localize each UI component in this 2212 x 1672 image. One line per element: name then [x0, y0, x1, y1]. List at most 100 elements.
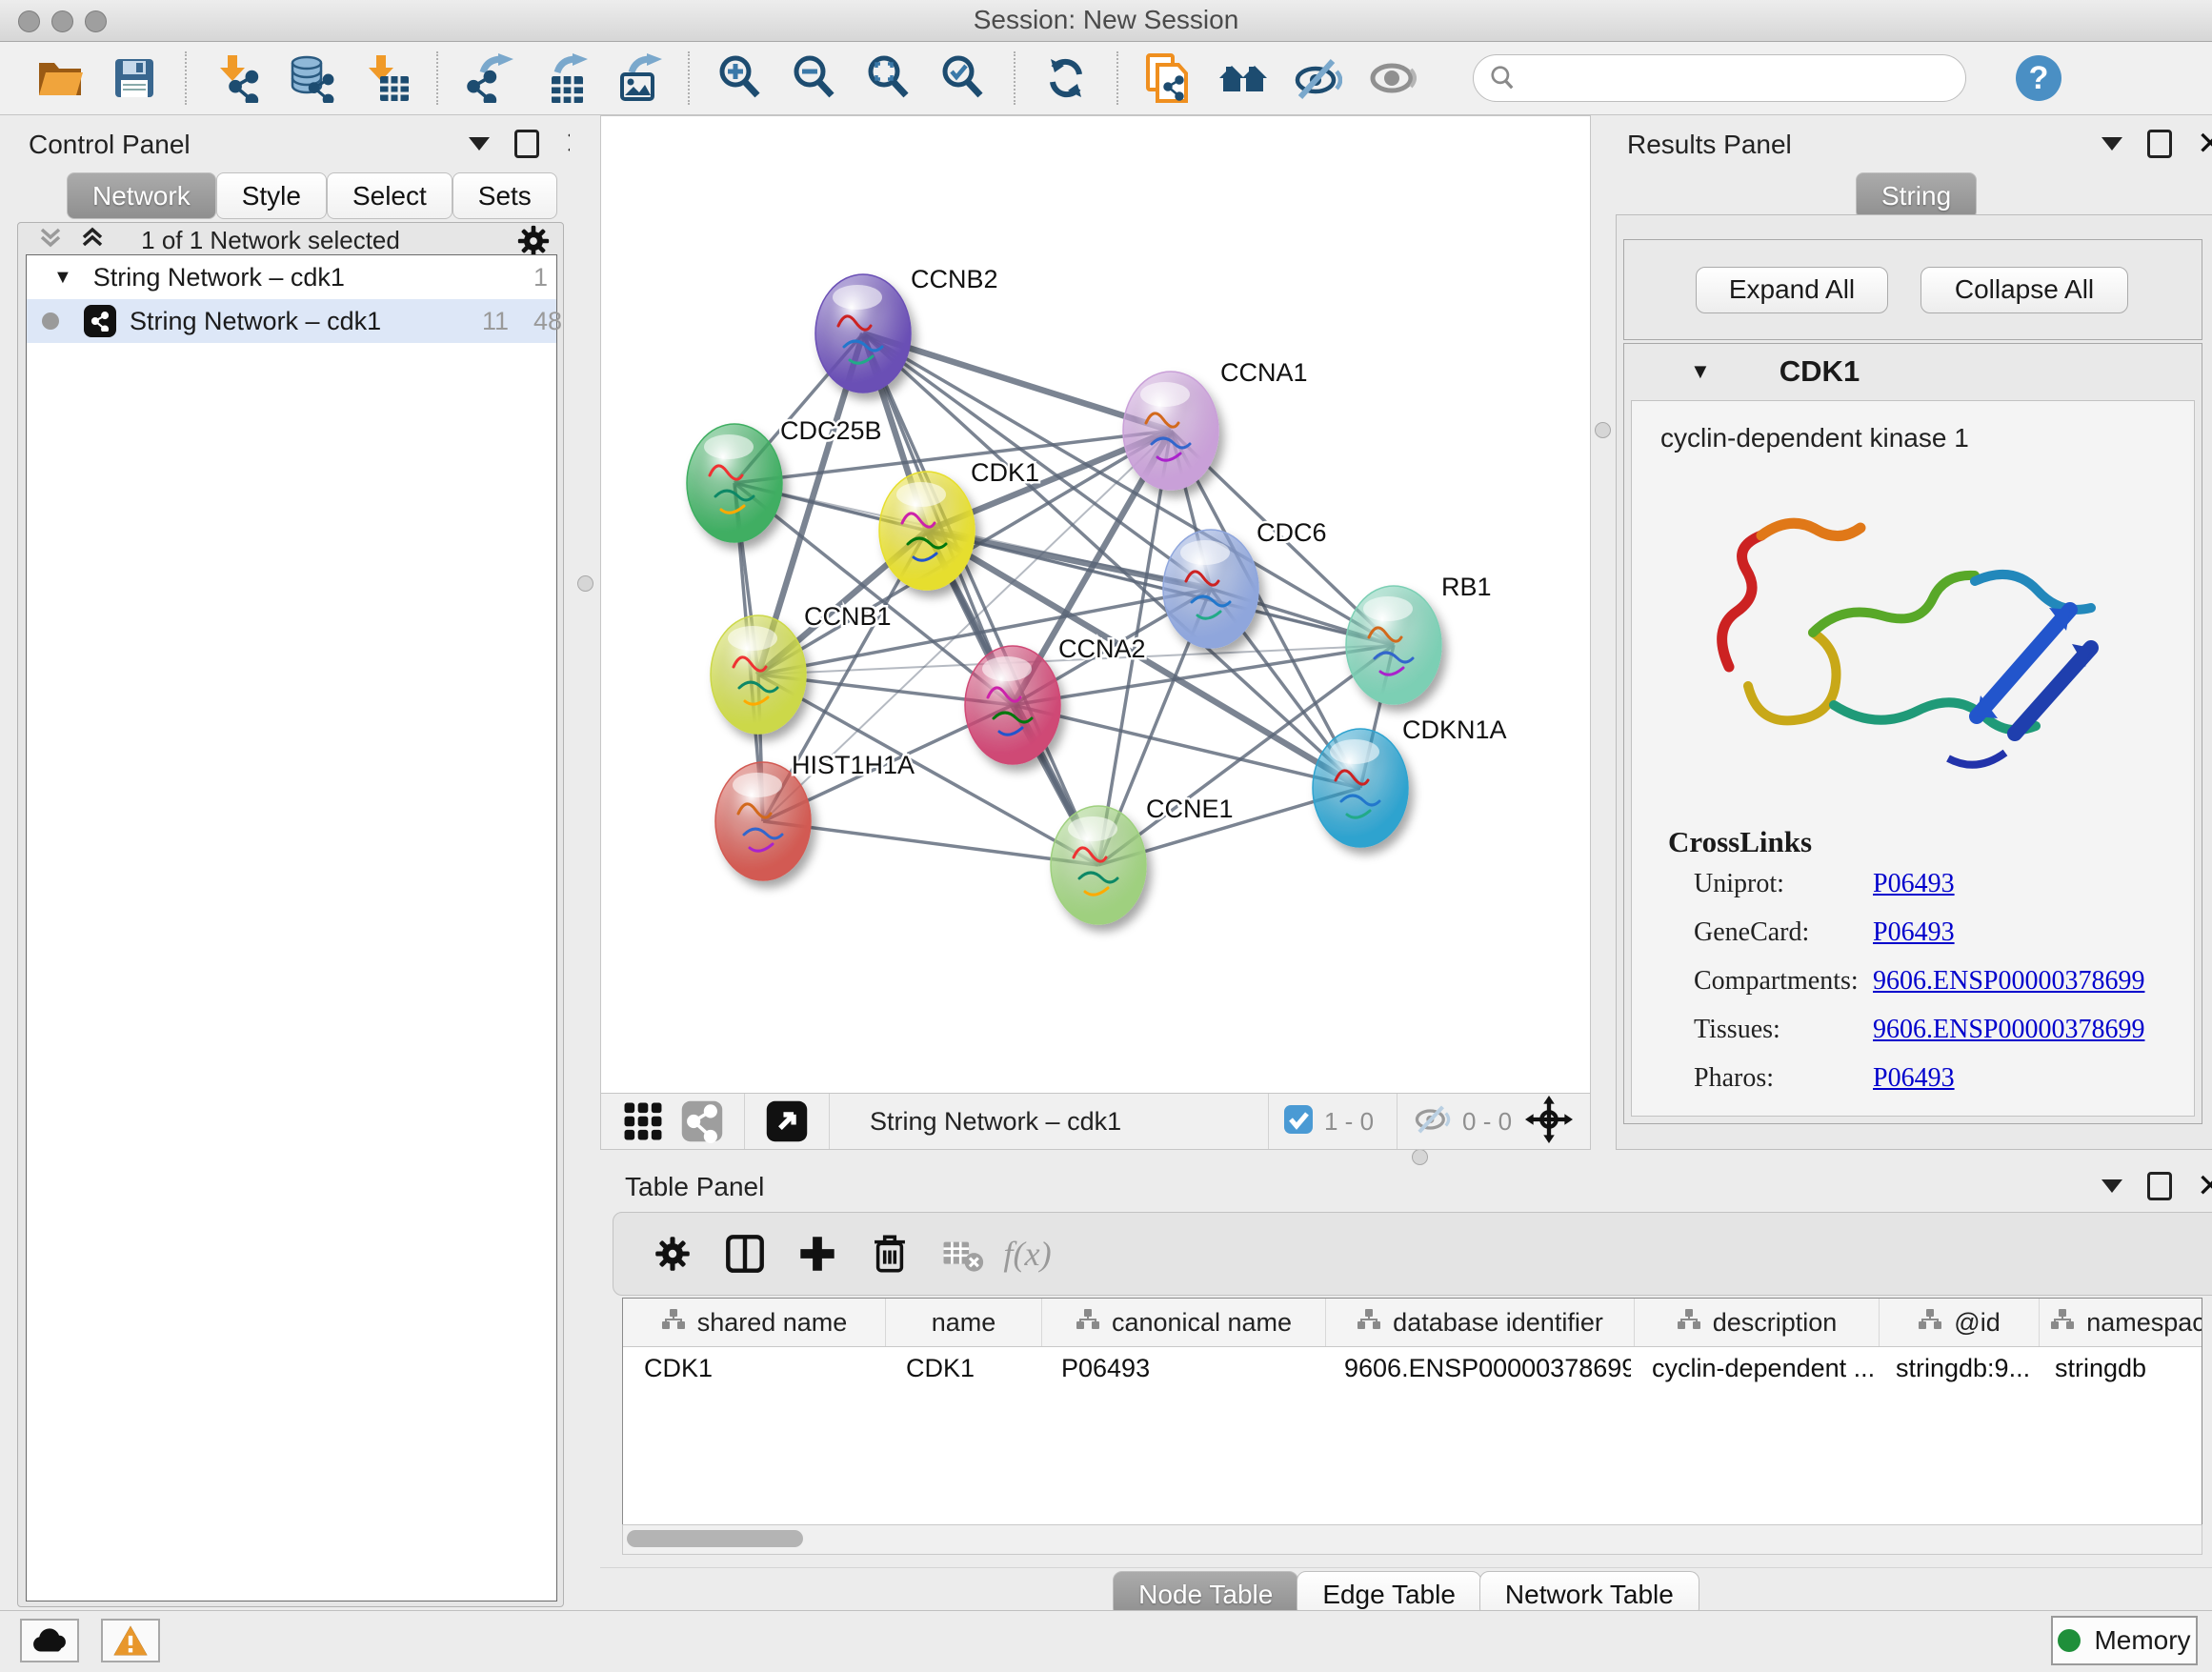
- save-session-button-save-icon[interactable]: [97, 50, 171, 107]
- crosslink-link[interactable]: 9606.ENSP00000378699: [1873, 966, 2144, 997]
- window-minimize-button[interactable]: [51, 10, 73, 32]
- float-panel-icon[interactable]: [514, 130, 539, 158]
- export-image-button-export-image-icon[interactable]: [600, 50, 674, 107]
- network-node-hist1h1a[interactable]: [715, 762, 811, 880]
- network-node-ccnb2[interactable]: [815, 274, 911, 393]
- column-header-name[interactable]: name: [886, 1299, 1042, 1346]
- crosslink-link[interactable]: 9606.ENSP00000378699: [1873, 1015, 2144, 1045]
- birds-eye-view-icon[interactable]: [758, 1099, 815, 1143]
- node-table[interactable]: shared namenamecanonical namedatabase id…: [622, 1298, 2202, 1528]
- expand-all-button[interactable]: Expand All: [1696, 267, 1888, 313]
- zoom-fit-button-zoom-fit-icon[interactable]: [852, 50, 926, 107]
- float-panel-icon[interactable]: [2147, 1172, 2172, 1200]
- gene-section-header[interactable]: ▼ CDK1: [1623, 343, 2201, 400]
- float-panel-icon[interactable]: [2147, 130, 2172, 158]
- grid-view-icon[interactable]: [613, 1099, 674, 1143]
- network-canvas[interactable]: CCNB2 CCNA1 CDC25B CDK1 CDC6 RB1 CCNB1 C…: [600, 115, 1591, 1095]
- network-edge[interactable]: [863, 333, 1098, 865]
- apply-layout-button-refresh-icon[interactable]: [1029, 50, 1103, 107]
- column-header-canonical-name[interactable]: canonical name: [1042, 1299, 1326, 1346]
- add-column-icon[interactable]: [781, 1232, 854, 1276]
- network-node-cdc25b[interactable]: [687, 424, 782, 542]
- function-builder-icon[interactable]: f(x): [998, 1230, 1071, 1278]
- network-edge[interactable]: [763, 821, 1098, 865]
- column-label: description: [1713, 1308, 1838, 1338]
- export-network-button-export-network-icon[interactable]: [452, 50, 526, 107]
- right-splitter[interactable]: [1589, 115, 1616, 1148]
- section-collapse-icon[interactable]: ▼: [1690, 359, 1711, 384]
- hidden-eye-slash-icon[interactable]: [1411, 1102, 1453, 1141]
- tab-select[interactable]: Select: [327, 172, 452, 219]
- table-options-gear-icon[interactable]: [636, 1233, 709, 1275]
- collapse-panel-icon[interactable]: [469, 137, 490, 151]
- tab-sets[interactable]: Sets: [452, 172, 557, 219]
- column-header-@id[interactable]: @id: [1880, 1299, 2040, 1346]
- network-node-cdkn1a[interactable]: [1313, 729, 1408, 847]
- memory-button[interactable]: Memory: [2051, 1616, 2198, 1665]
- network-node-rb1[interactable]: [1346, 586, 1441, 704]
- column-header-shared-name[interactable]: shared name: [623, 1299, 886, 1346]
- tree-expand-icon[interactable]: ▼: [53, 267, 72, 289]
- show-panel-button-eye-gray-icon[interactable]: [1355, 50, 1429, 107]
- welcome-screen-button-houses-icon[interactable]: [1206, 50, 1280, 107]
- collapse-all-button[interactable]: Collapse All: [1920, 267, 2128, 313]
- tab-style[interactable]: Style: [216, 172, 327, 219]
- tab-string[interactable]: String: [1856, 172, 1977, 219]
- scrollbar-thumb[interactable]: [627, 1530, 803, 1547]
- table-cell[interactable]: stringdb: [2034, 1354, 2202, 1383]
- table-cell[interactable]: cyclin-dependent ...: [1631, 1354, 1875, 1383]
- network-view-icon[interactable]: [674, 1099, 731, 1143]
- delete-table-icon[interactable]: [926, 1232, 998, 1276]
- import-table-button-import-table-icon[interactable]: [349, 50, 423, 107]
- network-node-ccnb1[interactable]: [711, 615, 806, 734]
- hide-panel-button-eye-slash-icon[interactable]: [1280, 50, 1355, 107]
- crosslink-link[interactable]: P06493: [1873, 1063, 1955, 1094]
- table-horizontal-scrollbar[interactable]: [622, 1524, 2202, 1555]
- network-node-ccne1[interactable]: [1051, 806, 1146, 924]
- warning-status-button[interactable]: [101, 1619, 160, 1662]
- network-node-cdk1[interactable]: [879, 472, 975, 590]
- delete-column-icon[interactable]: [854, 1232, 926, 1276]
- selected-checkbox-icon[interactable]: [1282, 1103, 1315, 1140]
- search-input[interactable]: [1516, 63, 1920, 94]
- toolbar-separator: [1014, 51, 1016, 105]
- cybrowser-button-document-share-icon[interactable]: [1132, 50, 1206, 107]
- tab-network[interactable]: Network: [67, 172, 216, 219]
- collapse-panel-icon[interactable]: [2101, 1179, 2122, 1193]
- left-splitter[interactable]: [570, 115, 600, 1148]
- open-file-button-open-folder-icon[interactable]: [23, 50, 97, 107]
- column-header-description[interactable]: description: [1635, 1299, 1880, 1346]
- horizontal-splitter[interactable]: [600, 1148, 2212, 1165]
- network-collection-row[interactable]: ▼ String Network – cdk1 1: [27, 255, 556, 299]
- crosslink-link[interactable]: P06493: [1873, 917, 1955, 948]
- table-cell[interactable]: CDK1: [885, 1354, 1040, 1383]
- zoom-in-button-zoom-in-icon[interactable]: [703, 50, 777, 107]
- zoom-out-button-zoom-out-icon[interactable]: [777, 50, 852, 107]
- export-table-button-export-table-icon[interactable]: [526, 50, 600, 107]
- window-close-button[interactable]: [18, 10, 40, 32]
- show-columns-icon[interactable]: [709, 1232, 781, 1276]
- import-network-file-button-import-network-icon[interactable]: [200, 50, 274, 107]
- network-node-cdc6[interactable]: [1163, 530, 1258, 648]
- import-network-database-button-import-database-icon[interactable]: [274, 50, 349, 107]
- network-node-ccna1[interactable]: [1123, 372, 1218, 490]
- search-box[interactable]: [1473, 54, 1966, 102]
- window-zoom-button[interactable]: [85, 10, 107, 32]
- table-cell[interactable]: stringdb:9...: [1875, 1354, 2034, 1383]
- crosslink-link[interactable]: P06493: [1873, 869, 1955, 899]
- network-row-selected[interactable]: String Network – cdk1 11 48: [27, 299, 556, 343]
- help-button[interactable]: ?: [2016, 55, 2061, 101]
- table-cell[interactable]: P06493: [1040, 1354, 1323, 1383]
- column-header-database-identifier[interactable]: database identifier: [1326, 1299, 1635, 1346]
- zoom-selected-button-zoom-selected-icon[interactable]: [926, 50, 1000, 107]
- collapse-panel-icon[interactable]: [2101, 137, 2122, 151]
- close-panel-icon[interactable]: ✕: [2197, 1175, 2212, 1198]
- close-panel-icon[interactable]: ✕: [2197, 132, 2212, 155]
- network-node-ccna2[interactable]: [965, 646, 1060, 764]
- table-cell[interactable]: CDK1: [623, 1354, 885, 1383]
- table-row[interactable]: CDK1CDK1P064939606.ENSP00000378699cyclin…: [623, 1347, 2202, 1389]
- cloud-status-button[interactable]: [20, 1619, 79, 1662]
- column-header-namespace[interactable]: namespace: [2040, 1299, 2202, 1346]
- table-cell[interactable]: 9606.ENSP00000378699: [1323, 1354, 1631, 1383]
- pan-crosshair-icon[interactable]: [1525, 1096, 1573, 1148]
